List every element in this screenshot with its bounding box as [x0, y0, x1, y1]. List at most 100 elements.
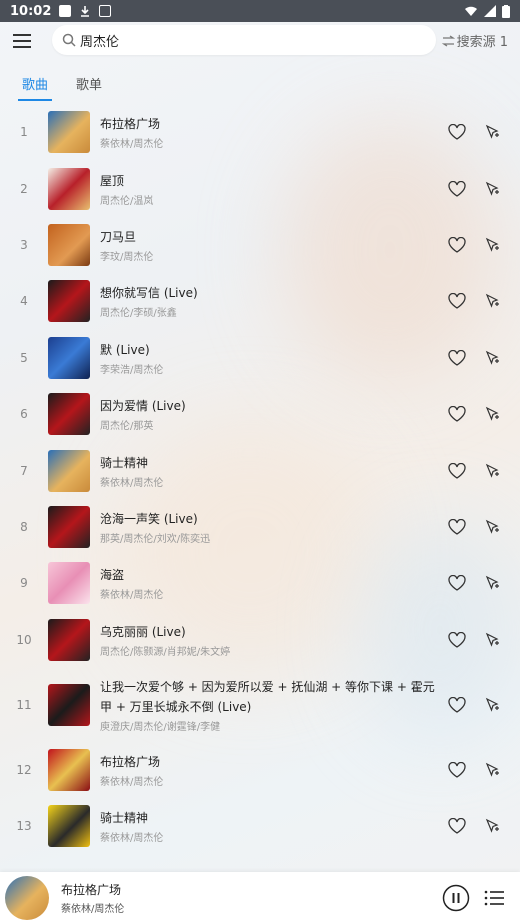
song-row[interactable]: 10 乌克丽丽 (Live) 周杰伦/陈颢源/肖邦妮/朱文婷: [0, 612, 520, 668]
song-artist: 蔡依林/周杰伦: [100, 590, 164, 602]
song-row[interactable]: 6 因为爱情 (Live) 周杰伦/那英: [0, 386, 520, 442]
next-play-icon[interactable]: [484, 575, 500, 591]
album-cover: [48, 393, 90, 436]
tab-songs[interactable]: 歌曲: [16, 70, 54, 101]
heart-icon[interactable]: [448, 696, 466, 713]
heart-icon[interactable]: [448, 180, 466, 197]
swap-icon: [441, 34, 455, 47]
song-index: 7: [20, 463, 28, 478]
next-play-icon[interactable]: [484, 762, 500, 778]
search-source-label: 搜索源 1: [456, 35, 508, 50]
heart-icon[interactable]: [448, 818, 466, 835]
song-title: 骑士精神: [100, 811, 149, 826]
heart-icon[interactable]: [448, 236, 466, 253]
album-cover: [48, 167, 90, 210]
song-artist: 庾澄庆/周杰伦/谢霆锋/李健: [100, 721, 221, 733]
song-index: 3: [20, 237, 28, 252]
song-index: 5: [20, 350, 28, 365]
song-row[interactable]: 2 屋顶 周杰伦/温岚: [0, 160, 520, 216]
song-row[interactable]: 9 海盗蔡依林/周杰伦: [0, 555, 520, 611]
next-play-icon[interactable]: [484, 237, 500, 253]
song-artist: 蔡依林/周杰伦: [100, 833, 164, 845]
heart-icon[interactable]: [448, 124, 466, 140]
now-playing-cover: [5, 876, 49, 920]
heart-icon[interactable]: [448, 293, 466, 310]
album-cover: [48, 111, 90, 154]
pause-button[interactable]: [442, 884, 470, 912]
next-play-icon[interactable]: [484, 818, 500, 834]
heart-icon[interactable]: [448, 406, 466, 422]
song-index: 1: [20, 125, 28, 140]
album-cover: [48, 562, 90, 605]
heart-icon[interactable]: [448, 462, 466, 479]
top-bar: 搜索源 1: [0, 22, 520, 60]
next-play-icon[interactable]: [484, 350, 500, 366]
song-row[interactable]: 3 刀马旦 李玟/周杰伦: [0, 217, 520, 273]
song-title: 因为爱情 (Live): [100, 399, 186, 414]
song-title: 屋顶: [100, 173, 125, 188]
song-index: 11: [16, 697, 32, 712]
album-cover: [48, 336, 90, 379]
next-play-icon[interactable]: [484, 697, 500, 713]
heart-icon[interactable]: [448, 631, 466, 648]
album-cover: [48, 280, 90, 323]
song-index: 6: [20, 407, 28, 422]
wifi-icon: [465, 6, 477, 16]
next-play-icon[interactable]: [484, 406, 500, 422]
now-playing-title: 布拉格广场: [61, 883, 122, 897]
song-title: 沧海一声笑 (Live): [100, 511, 198, 526]
next-play-icon[interactable]: [484, 181, 500, 197]
song-artist: 蔡依林/周杰伦: [100, 777, 164, 789]
song-artist: 蔡依林/周杰伦: [100, 477, 164, 489]
song-row[interactable]: 4 想你就写信 (Live) 周杰伦/李硕/张鑫: [0, 273, 520, 329]
album-cover: [48, 683, 90, 726]
heart-icon[interactable]: [448, 518, 466, 535]
song-row[interactable]: 12 布拉格广场蔡依林/周杰伦: [0, 742, 520, 798]
song-title: 乌克丽丽 (Live): [100, 624, 186, 639]
album-cover: [48, 449, 90, 492]
download-icon: [79, 5, 91, 17]
search-box[interactable]: [52, 25, 436, 55]
menu-button[interactable]: [0, 22, 44, 60]
album-cover: [48, 505, 90, 548]
heart-icon[interactable]: [448, 575, 466, 592]
song-title: 想你就写信 (Live): [100, 286, 198, 301]
tab-playlists[interactable]: 歌单: [70, 70, 108, 101]
album-cover: [48, 805, 90, 848]
song-artist: 那英/周杰伦/刘欢/陈奕迅: [100, 533, 211, 545]
song-artist: 周杰伦/李硕/张鑫: [100, 308, 177, 320]
app-notification-icon: [99, 5, 112, 17]
search-source-button[interactable]: 搜索源 1: [441, 31, 508, 50]
song-title: 布拉格广场: [100, 117, 161, 132]
song-row[interactable]: 5 默 (Live) 李荣浩/周杰伦: [0, 330, 520, 386]
next-play-icon[interactable]: [484, 632, 500, 648]
song-index: 10: [16, 632, 32, 647]
next-play-icon[interactable]: [484, 519, 500, 535]
next-play-icon[interactable]: [484, 124, 500, 140]
song-title: 布拉格广场: [100, 755, 161, 770]
next-play-icon[interactable]: [484, 293, 500, 309]
heart-icon[interactable]: [448, 762, 466, 778]
heart-icon[interactable]: [448, 349, 466, 366]
song-index: 4: [20, 294, 28, 309]
song-row[interactable]: 1 布拉格广场蔡依林/周杰伦: [0, 104, 520, 160]
battery-icon: [502, 4, 510, 18]
song-list: 1 布拉格广场 蔡依林/周杰伦 2 屋顶 周杰伦/温岚 3 刀马旦 李玟/周杰伦 4 …: [0, 104, 520, 855]
song-artist: 蔡依林/周杰伦: [100, 139, 164, 151]
song-title: 让我一次爱个够 + 因为爱所以爱 + 抚仙湖 + 等你下课 + 霍元甲 + 万里…: [100, 679, 435, 714]
search-input[interactable]: [80, 32, 400, 48]
song-artist: 李荣浩/周杰伦: [100, 364, 164, 376]
song-row[interactable]: 7 骑士精神 蔡依林/周杰伦: [0, 442, 520, 498]
playlist-icon[interactable]: [484, 890, 504, 906]
song-index: 2: [20, 181, 28, 196]
song-index: 12: [16, 763, 32, 778]
status-time: 10:02: [10, 3, 52, 19]
next-play-icon[interactable]: [484, 463, 500, 479]
album-cover: [48, 749, 90, 792]
song-index: 9: [20, 576, 28, 591]
song-row[interactable]: 8 沧海一声笑 (Live) 那英/周杰伦/刘欢/陈奕迅: [0, 499, 520, 555]
song-row[interactable]: 11 让我一次爱个够 + 因为爱所以爱 + 抚仙湖 + 等你下课 + 霍元甲 +…: [0, 668, 520, 742]
song-row[interactable]: 13 骑士精神 蔡依林/周杰伦: [0, 798, 520, 854]
mini-player[interactable]: 布拉格广场 蔡依林/周杰伦: [0, 872, 520, 924]
song-title: 海盗: [100, 568, 125, 583]
